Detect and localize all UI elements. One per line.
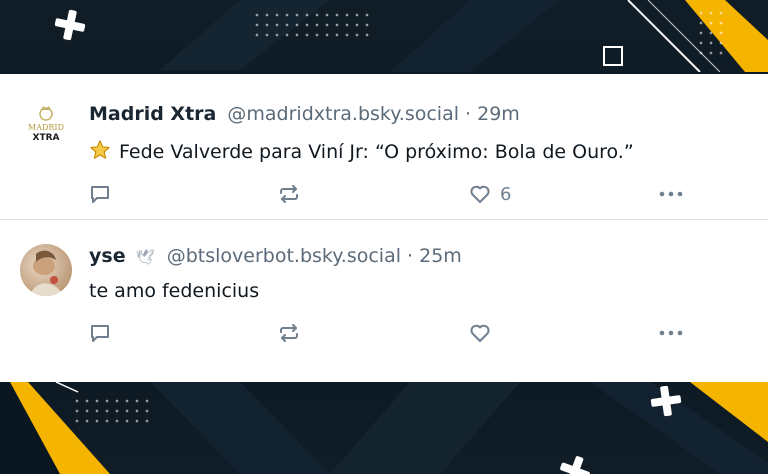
background-top (0, 0, 768, 72)
feed-card: MADRID XTRA Madrid Xtra @madridxtra.bsky… (0, 74, 768, 382)
post-text-content: te amo fedenicius (89, 280, 260, 302)
heart-icon (470, 185, 490, 203)
dove-icon: 🕊 (135, 248, 155, 266)
author-handle[interactable]: @madridxtra.bsky.social (227, 103, 459, 125)
star-icon (90, 140, 110, 159)
author-name[interactable]: Madrid Xtra (89, 103, 216, 125)
author-name[interactable]: yse (89, 245, 126, 267)
post-text: te amo fedenicius (89, 280, 259, 302)
post-actions (88, 321, 688, 345)
reply-icon (91, 186, 109, 203)
post-time[interactable]: · 29m (465, 103, 520, 125)
post-text-content: Fede Valverde para Viní Jr: “O próximo: … (119, 141, 634, 163)
post-time[interactable]: · 25m (407, 245, 462, 267)
post[interactable]: MADRID XTRA Madrid Xtra @madridxtra.bsky… (0, 74, 768, 220)
like-button[interactable] (468, 321, 500, 345)
heart-icon (470, 324, 490, 342)
repost-icon (280, 324, 298, 342)
logo-text-1: MADRID (28, 123, 64, 132)
repost-button[interactable] (277, 321, 301, 345)
author-handle[interactable]: @btsloverbot.bsky.social (167, 245, 401, 267)
logo-text-2: XTRA (33, 133, 60, 143)
background-bottom (0, 382, 768, 474)
more-icon (659, 191, 683, 197)
dot-pattern (696, 8, 728, 58)
dot-pattern (252, 10, 374, 40)
reply-icon (91, 325, 109, 342)
repost-button[interactable] (277, 182, 301, 206)
post-header: yse 🕊 @btsloverbot.bsky.social · 25m (89, 245, 462, 267)
avatar[interactable]: MADRID XTRA (20, 98, 72, 150)
like-count: 6 (500, 183, 512, 205)
more-icon (659, 330, 683, 336)
post-text: Fede Valverde para Viní Jr: “O próximo: … (89, 139, 634, 163)
more-options-button[interactable] (657, 182, 685, 206)
like-button[interactable]: 6 (468, 182, 511, 206)
dot-pattern (72, 396, 152, 426)
madrid-xtra-logo: MADRID XTRA (28, 106, 64, 143)
avatar-photo (30, 250, 64, 296)
repost-icon (280, 185, 298, 203)
plus-icon (649, 384, 683, 418)
post-actions: 6 (88, 182, 688, 206)
avatar[interactable] (20, 244, 72, 296)
reply-button[interactable] (88, 321, 112, 345)
plus-icon (52, 7, 88, 43)
more-options-button[interactable] (657, 321, 685, 345)
post[interactable]: yse 🕊 @btsloverbot.bsky.social · 25m te … (0, 220, 768, 382)
square-outline-icon (603, 46, 623, 66)
decorative-stripes-top (160, 0, 768, 72)
post-header: Madrid Xtra @madridxtra.bsky.social · 29… (89, 103, 520, 125)
reply-button[interactable] (88, 182, 112, 206)
